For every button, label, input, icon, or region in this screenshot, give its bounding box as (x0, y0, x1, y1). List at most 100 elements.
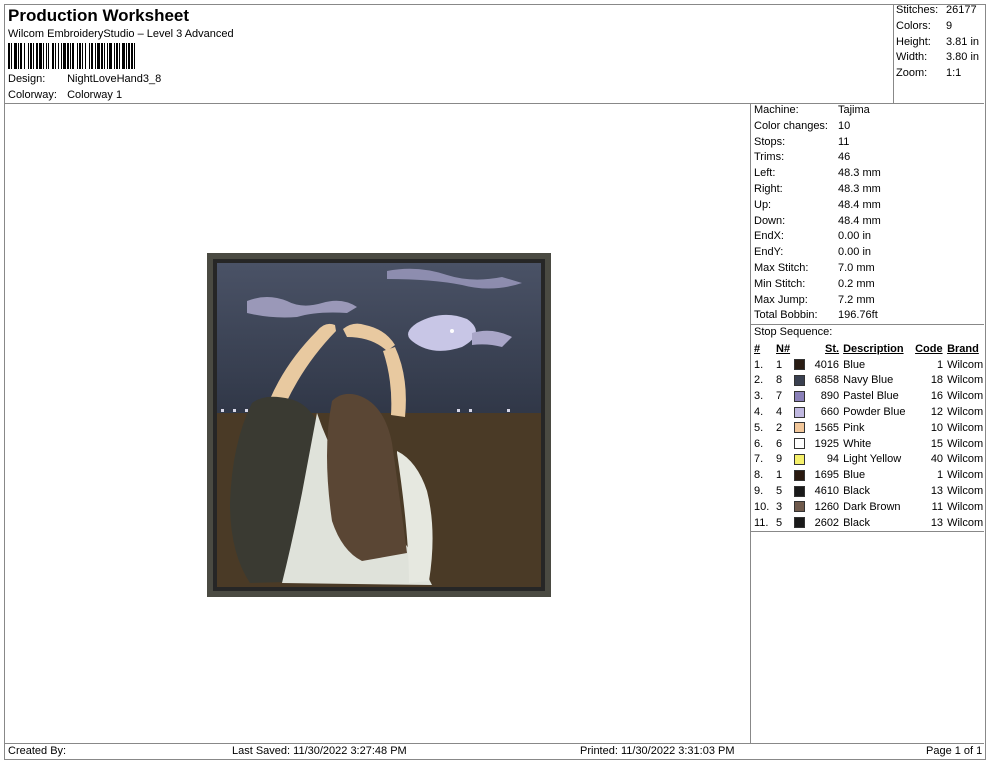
barcode-bar (114, 43, 115, 69)
barcode-bar (116, 43, 118, 69)
barcode-bar (58, 43, 59, 69)
design-value: NightLoveHand3_8 (67, 73, 162, 85)
barcode-bar (8, 43, 10, 69)
info-row: Trims: 46 (754, 151, 881, 167)
color-swatch (794, 501, 806, 513)
table-row: 9. 5 4610 Black 13 Wilcom (752, 483, 985, 499)
barcode-bar (104, 43, 105, 69)
info-label: Machine: (754, 104, 799, 116)
cell-number: 3. (754, 390, 764, 403)
info-row: Min Stitch: 0.2 mm (754, 278, 881, 294)
table-row: 8. 1 1695 Blue 1 Wilcom (752, 467, 985, 483)
stat-row: Zoom: 1:1 (896, 67, 979, 83)
info-value: 48.4 mm (838, 214, 881, 227)
barcode-bar (18, 43, 19, 69)
barcode-bar (109, 43, 112, 69)
barcode-bar (63, 43, 66, 69)
stop-sequence-table: # N# St. Description Code Brand 1. 1 4016 B… (752, 341, 985, 531)
info-row: Stops: 11 (754, 136, 881, 152)
barcode-bar (43, 43, 44, 69)
cell-brand: Wilcom (947, 516, 984, 529)
cell-description: Dark Brown (843, 500, 901, 513)
cell-code: 16 (930, 390, 944, 403)
cell-stitches: 890 (820, 390, 840, 403)
cell-needle: 5 (776, 516, 783, 529)
last-saved: Last Saved: 11/30/2022 3:27:48 PM (232, 745, 407, 757)
stat-row: Stitches: 26177 (896, 4, 979, 20)
cell-stitches: 6858 (814, 374, 840, 387)
info-value: 196.76ft (838, 309, 878, 322)
info-row: EndX: 0.00 in (754, 230, 881, 246)
cell-code: 13 (930, 485, 944, 498)
barcode-bar (67, 43, 69, 69)
footer-divider (4, 743, 984, 744)
table-header-row: # N# St. Description Code Brand (752, 341, 985, 357)
cell-brand: Wilcom (947, 406, 984, 419)
info-row: Max Jump: 7.2 mm (754, 294, 881, 310)
cell-number: 4. (754, 406, 764, 419)
cell-number: 1. (754, 358, 764, 371)
cell-needle: 1 (776, 469, 783, 482)
barcode-bar (79, 43, 81, 69)
color-swatch (794, 485, 806, 497)
cell-code: 12 (930, 406, 944, 419)
cell-number: 2. (754, 374, 764, 387)
info-value: 7.2 mm (838, 293, 875, 306)
page-number: Page 1 of 1 (926, 745, 983, 757)
embroidery-design-preview (207, 253, 551, 597)
cell-number: 9. (754, 485, 764, 498)
printed-date: Printed: 11/30/2022 3:31:03 PM (580, 745, 735, 757)
barcode-bar (128, 43, 130, 69)
cell-code: 18 (930, 374, 944, 387)
cell-swatch (792, 404, 807, 420)
cell-number: 8. (754, 469, 764, 482)
barcode-bar (46, 43, 47, 69)
barcode-bar (48, 43, 49, 69)
cell-brand: Wilcom (947, 469, 984, 482)
cell-brand: Wilcom (947, 358, 984, 371)
stat-label: Zoom: (896, 67, 928, 80)
cell-brand: Wilcom (947, 485, 984, 498)
color-swatch (794, 406, 806, 418)
cell-description: Powder Blue (843, 406, 906, 419)
cell-swatch (792, 436, 807, 452)
barcode-bar (70, 43, 71, 69)
cell-number: 5. (754, 421, 764, 434)
info-value: 46 (838, 151, 851, 164)
barcode-bar (119, 43, 120, 69)
cell-stitches: 4016 (814, 358, 840, 371)
stat-value: 3.80 in (946, 51, 980, 64)
barcode-bar (33, 43, 34, 69)
info-row: Down: 48.4 mm (754, 215, 881, 231)
info-value: 0.00 in (838, 230, 872, 243)
cell-number: 11. (754, 516, 769, 529)
barcode-bar (131, 43, 133, 69)
barcode-bar (91, 43, 93, 69)
info-label: EndY: (754, 246, 784, 259)
info-label: Total Bobbin: (754, 309, 818, 322)
cell-number: 7. (754, 453, 764, 466)
table-row: 3. 7 890 Pastel Blue 16 Wilcom (752, 388, 985, 404)
cell-swatch (792, 357, 807, 373)
barcode-bar (122, 43, 125, 69)
colorway-label: Colorway: (8, 89, 57, 101)
stat-label: Stitches: (896, 4, 939, 16)
stat-value: 26177 (946, 4, 977, 16)
col-needle: N# (776, 342, 791, 355)
cell-description: Blue (843, 469, 866, 482)
table-bottom-divider (750, 531, 984, 532)
cell-needle: 4 (776, 406, 783, 419)
barcode-bar (30, 43, 32, 69)
cell-needle: 8 (776, 374, 783, 387)
info-label: Left: (754, 167, 776, 180)
created-by: Created By: (8, 745, 67, 757)
info-value: 7.0 mm (838, 261, 875, 274)
barcode-image (8, 43, 135, 69)
cell-swatch (792, 483, 807, 499)
cell-description: White (843, 437, 872, 450)
info-label: Stops: (754, 135, 786, 148)
cell-description: Black (843, 516, 870, 529)
barcode-bar (24, 43, 25, 69)
cell-brand: Wilcom (947, 374, 984, 387)
info-value: 48.3 mm (838, 167, 881, 180)
